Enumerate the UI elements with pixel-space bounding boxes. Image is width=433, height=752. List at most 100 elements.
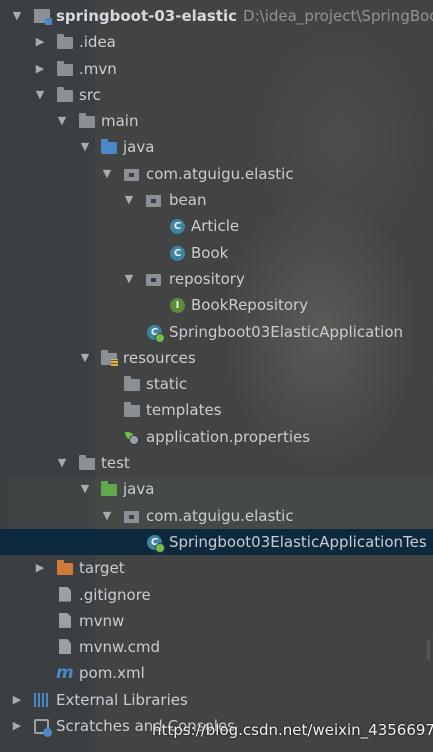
tree-item-label: mvnw (79, 611, 125, 630)
tree-row-test[interactable]: ▼ test (0, 450, 433, 476)
tree-row-target[interactable]: ▶ target (0, 555, 433, 581)
file-icon (59, 612, 71, 628)
tree-item-label: templates (146, 401, 222, 420)
tree-item-label: .gitignore (79, 585, 151, 604)
tree-row-main[interactable]: ▼ main (0, 108, 433, 134)
package-icon (146, 273, 161, 286)
expand-arrow-icon[interactable]: ▼ (78, 476, 92, 502)
collapsed-arrow-icon[interactable]: ▶ (33, 555, 47, 581)
expand-arrow-icon[interactable]: ▼ (33, 82, 47, 108)
tree-row-java-test[interactable]: ▼ java (0, 476, 433, 502)
tree-row-application-properties[interactable]: application.properties (0, 424, 433, 450)
tree-row-idea[interactable]: ▶ .idea (0, 29, 433, 55)
folder-icon (57, 86, 73, 102)
expand-arrow-icon[interactable]: ▼ (100, 161, 114, 187)
tree-item-label: Springboot03ElasticApplication (169, 322, 404, 341)
tree-item-label: pom.xml (79, 664, 145, 683)
expand-arrow-icon[interactable]: ▼ (122, 266, 136, 292)
tree-row-src[interactable]: ▼ src (0, 82, 433, 108)
collapsed-arrow-icon[interactable]: ▶ (10, 687, 24, 713)
tree-row-package-test[interactable]: ▼ com.atguigu.elastic (0, 503, 433, 529)
expand-arrow-icon[interactable]: ▼ (10, 3, 24, 29)
tree-row-mvnw-cmd[interactable]: mvnw.cmd (0, 634, 433, 660)
folder-icon (57, 60, 73, 76)
expand-arrow-icon[interactable]: ▼ (122, 187, 136, 213)
tree-item-label: repository (169, 269, 245, 288)
expand-arrow-icon[interactable]: ▼ (55, 450, 69, 476)
package-icon (124, 168, 139, 181)
expand-arrow-icon[interactable]: ▼ (100, 503, 114, 529)
excluded-folder-icon (57, 560, 73, 576)
tree-item-label: Springboot03ElasticApplicationTes (169, 532, 427, 551)
tree-row-mvn[interactable]: ▶ .mvn (0, 56, 433, 82)
tree-item-label: com.atguigu.elastic (146, 506, 294, 525)
watermark-text: https://blog.csdn.net/weixin_43566977 (152, 721, 433, 739)
expand-arrow-icon[interactable]: ▼ (78, 345, 92, 371)
package-icon (124, 510, 139, 523)
spring-properties-icon (124, 430, 139, 445)
tree-row-external-libraries[interactable]: ▶ External Libraries (0, 687, 433, 713)
spring-boot-class-icon: C (147, 534, 165, 553)
tree-item-label: src (79, 85, 101, 104)
root-module-label: springboot-03-elastic D:\idea_project\Spr… (56, 3, 433, 29)
tree-row-bookrepository[interactable]: I BookRepository (0, 292, 433, 318)
tree-item-label: External Libraries (56, 690, 188, 709)
tree-item-label: mvnw.cmd (79, 638, 161, 657)
tree-row-static[interactable]: static (0, 371, 433, 397)
tree-item-label: com.atguigu.elastic (146, 164, 294, 183)
module-icon (34, 9, 52, 25)
class-icon: C (170, 219, 185, 235)
class-icon: C (170, 245, 185, 261)
tree-row-application-tests[interactable]: C Springboot03ElasticApplicationTes (0, 528, 433, 556)
tree-row-pom[interactable]: m pom.xml (0, 660, 433, 686)
file-icon (59, 586, 71, 602)
resources-folder-icon (101, 349, 118, 366)
expand-arrow-icon[interactable]: ▼ (55, 108, 69, 134)
tree-row-repository[interactable]: ▼ repository (0, 266, 433, 292)
tree-row-application[interactable]: C Springboot03ElasticApplication (0, 319, 433, 345)
tree-row-bean[interactable]: ▼ bean (0, 187, 433, 213)
folder-icon (79, 455, 95, 471)
tree-item-label: Article (191, 217, 240, 236)
collapsed-arrow-icon[interactable]: ▶ (33, 56, 47, 82)
package-icon (146, 195, 161, 208)
collapsed-arrow-icon[interactable]: ▶ (10, 713, 24, 739)
source-folder-icon (101, 139, 117, 155)
tree-row-article[interactable]: C Article (0, 213, 433, 239)
scrollbar-thumb[interactable] (427, 640, 430, 660)
folder-icon (124, 402, 140, 418)
collapsed-arrow-icon[interactable]: ▶ (33, 29, 47, 55)
tree-item-label: java (123, 480, 155, 499)
tree-row-templates[interactable]: templates (0, 397, 433, 423)
interface-icon: I (170, 298, 185, 314)
folder-icon (124, 376, 140, 392)
tree-item-label: Book (191, 243, 229, 262)
expand-arrow-icon[interactable]: ▼ (78, 134, 92, 160)
tree-row-root[interactable]: ▼ springboot-03-elastic D:\idea_project\S… (0, 3, 433, 29)
tree-item-label: resources (123, 348, 196, 367)
test-folder-icon (101, 481, 117, 497)
tree-row-gitignore[interactable]: .gitignore (0, 582, 433, 608)
tree-item-label: application.properties (146, 427, 311, 446)
tree-row-resources[interactable]: ▼ resources (0, 345, 433, 371)
root-path-label: D:\idea_project\SpringBoot (243, 7, 433, 25)
tree-item-label: java (123, 138, 155, 157)
maven-icon: m (56, 663, 74, 684)
tree-item-label: .idea (79, 33, 116, 52)
scratches-icon (34, 719, 52, 738)
tree-row-mvnw[interactable]: mvnw (0, 608, 433, 634)
tree-row-book[interactable]: C Book (0, 240, 433, 266)
tree-item-label: main (101, 112, 139, 131)
tree-item-label: test (101, 454, 130, 473)
tree-item-label: BookRepository (191, 296, 309, 315)
spring-boot-class-icon: C (147, 324, 165, 343)
tree-item-label: static (146, 375, 188, 394)
folder-icon (57, 34, 73, 50)
file-icon (59, 639, 71, 655)
project-tree[interactable]: ▼ springboot-03-elastic D:\idea_project\S… (0, 3, 433, 739)
tree-item-label: .mvn (79, 59, 117, 78)
tree-row-java-main[interactable]: ▼ java (0, 134, 433, 160)
tree-row-package-main[interactable]: ▼ com.atguigu.elastic (0, 161, 433, 187)
tree-item-label: bean (169, 191, 207, 210)
tree-item-label: target (79, 559, 125, 578)
